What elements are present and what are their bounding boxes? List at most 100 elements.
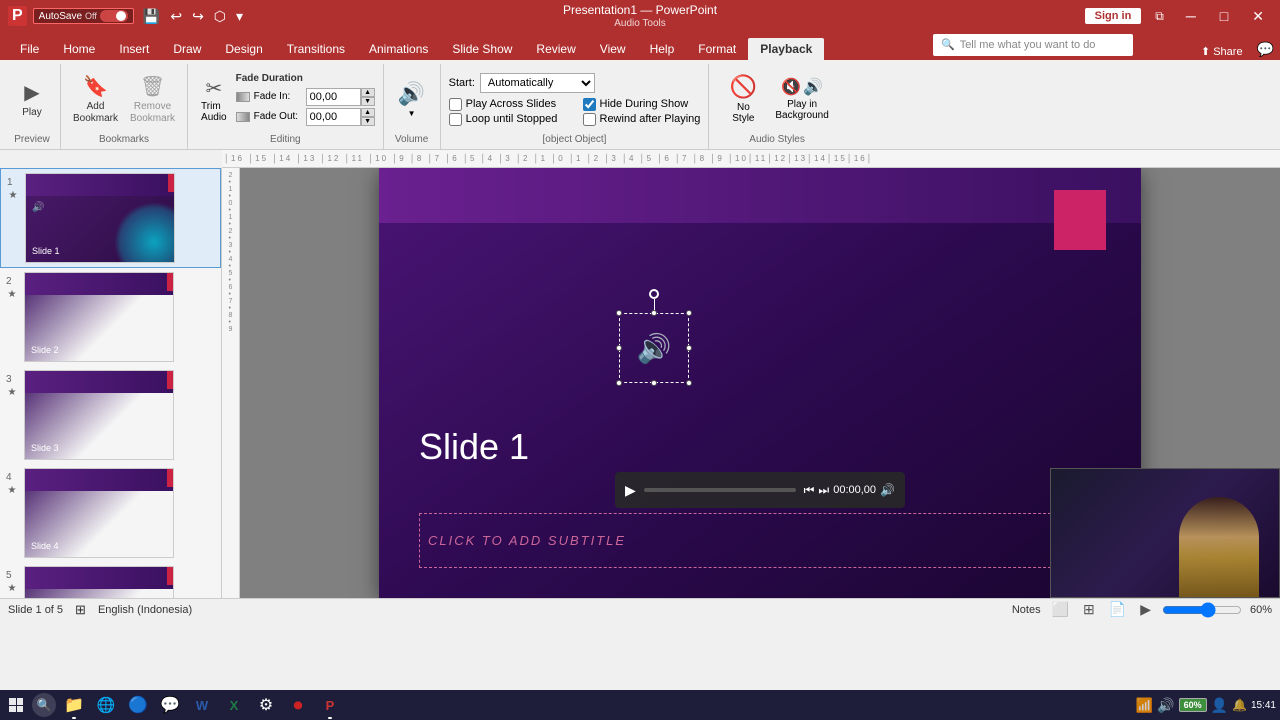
network-icon[interactable]: 📶 [1136,697,1153,714]
normal-view-button[interactable]: ⬜ [1049,600,1072,619]
ribbon-search[interactable]: 🔍 Tell me what you want to do [933,34,1133,56]
hide-during-show-checkbox[interactable] [583,98,596,111]
taskbar-chrome[interactable]: 🔵 [124,691,152,719]
more-icon[interactable]: ▾ [233,6,246,27]
tab-insert[interactable]: Insert [107,38,161,60]
restore-window-icon[interactable]: ⧉ [1149,7,1170,26]
tab-home[interactable]: Home [51,38,107,60]
taskbar-search[interactable]: 🔍 [32,693,56,717]
canvas-area[interactable]: 🔊 ▶ ⏮ ⏭ 00:00,00 🔊 Slide 1 CLICK TO ADD … [240,168,1280,598]
minimize-button[interactable]: ─ [1178,6,1204,26]
start-select[interactable]: Automatically When Clicked In Click Sequ… [480,73,595,93]
fade-in-up[interactable]: ▲ [361,88,375,97]
fade-in-down[interactable]: ▼ [361,97,375,106]
handle-tr[interactable] [686,310,692,316]
hide-during-show-row[interactable]: Hide During Show [583,98,701,111]
slide-title[interactable]: Slide 1 [419,426,529,468]
comments-icon[interactable]: 💬 [1251,39,1280,60]
present-icon[interactable]: ⬡ [211,6,229,27]
handle-br[interactable] [686,380,692,386]
handle-ml[interactable] [616,345,622,351]
taskbar-edge[interactable]: 🌐 [92,691,120,719]
slide-panel[interactable]: 1 ★ 🔊 Slide 1 2 ★ Slide 2 [0,168,222,598]
mc-next-button[interactable]: ⏭ [818,483,829,498]
handle-mr[interactable] [686,345,692,351]
taskbar-word[interactable]: W [188,691,216,719]
share-button[interactable]: ⬆ Share [1193,43,1251,60]
loop-checkbox[interactable] [449,113,462,126]
rotate-handle[interactable] [649,289,659,299]
fade-in-input[interactable]: 00,00 [306,88,361,106]
tab-format[interactable]: Format [686,38,748,60]
taskbar-settings[interactable]: ⚙ [252,691,280,719]
taskbar-powerpoint[interactable]: P [316,691,344,719]
slide-3-thumbnail[interactable]: Slide 3 [24,370,174,460]
tab-playback[interactable]: Playback [748,38,824,60]
slide-item-3[interactable]: 3 ★ Slide 3 [0,366,221,464]
people-icon[interactable]: 👤 [1211,697,1228,714]
handle-bc[interactable] [651,380,657,386]
slideshow-button[interactable]: ▶ [1137,600,1154,619]
slide-item-2[interactable]: 2 ★ Slide 2 [0,268,221,366]
fit-icon[interactable]: ⊞ [75,602,86,618]
slide-item-5[interactable]: 5 ★ Slide 5 [0,562,221,598]
handle-tc[interactable] [651,310,657,316]
slide-item-4[interactable]: 4 ★ Slide 4 [0,464,221,562]
maximize-button[interactable]: □ [1212,6,1236,26]
audio-selection-box[interactable]: 🔊 [619,313,689,383]
slide-sorter-button[interactable]: ⊞ [1080,600,1098,619]
tab-review[interactable]: Review [524,38,587,60]
mc-prev-button[interactable]: ⏮ [804,483,815,498]
sound-icon[interactable]: 🔊 [1157,697,1174,714]
subtitle-text-box[interactable]: CLICK TO ADD SUBTITLE [419,513,1101,568]
add-bookmark-button[interactable]: 🔖 AddBookmark [69,72,122,127]
handle-bl[interactable] [616,380,622,386]
play-background-button[interactable]: 🔇 🔊 Play inBackground [771,73,832,125]
mc-progress-bar[interactable] [644,488,796,492]
taskbar-file-explorer[interactable]: 📁 [60,691,88,719]
taskbar-record[interactable]: ⏺ [284,691,312,719]
slide-1-thumbnail[interactable]: 🔊 Slide 1 [25,173,175,263]
loop-row[interactable]: Loop until Stopped [449,113,567,126]
play-across-checkbox[interactable] [449,98,462,111]
fade-out-down[interactable]: ▼ [361,117,375,126]
tab-animations[interactable]: Animations [357,38,440,60]
undo-icon[interactable]: ↩ [167,6,185,27]
tab-draw[interactable]: Draw [161,38,213,60]
slide-5-thumbnail[interactable]: Slide 5 [24,566,174,598]
tab-help[interactable]: Help [638,38,687,60]
autosave-badge[interactable]: AutoSave Off [33,8,134,24]
taskbar-excel[interactable]: X [220,691,248,719]
tab-slideshow[interactable]: Slide Show [440,38,524,60]
sign-in-button[interactable]: Sign in [1085,8,1142,24]
handle-tl[interactable] [616,310,622,316]
start-button[interactable] [4,693,28,717]
trim-audio-button[interactable]: ✂ TrimAudio [196,74,232,125]
volume-button[interactable]: 🔊 ▼ [392,79,432,120]
tab-transitions[interactable]: Transitions [275,38,357,60]
no-style-button[interactable]: 🚫 NoStyle [721,70,765,128]
reading-view-button[interactable]: 📄 [1106,600,1129,619]
mc-play-button[interactable]: ▶ [625,482,636,499]
audio-icon-container[interactable]: 🔊 [619,313,689,383]
redo-icon[interactable]: ↪ [189,6,207,27]
tab-file[interactable]: File [8,38,51,60]
slide-2-thumbnail[interactable]: Slide 2 [24,272,174,362]
slide-item-1[interactable]: 1 ★ 🔊 Slide 1 [0,168,221,268]
rewind-checkbox[interactable] [583,113,596,126]
zoom-slider[interactable] [1162,603,1242,617]
tab-view[interactable]: View [588,38,638,60]
fade-out-up[interactable]: ▲ [361,108,375,117]
play-button[interactable]: ▶ Play [12,78,52,121]
remove-bookmark-button[interactable]: 🗑 RemoveBookmark [126,72,179,127]
taskbar-whatsapp[interactable]: 💬 [156,691,184,719]
play-across-row[interactable]: Play Across Slides [449,98,567,111]
tab-design[interactable]: Design [213,38,274,60]
notification-icon[interactable]: 🔔 [1232,698,1247,712]
rewind-row[interactable]: Rewind after Playing [583,113,701,126]
close-button[interactable]: ✕ [1244,6,1272,27]
slide-4-thumbnail[interactable]: Slide 4 [24,468,174,558]
mc-volume-button[interactable]: 🔊 [880,483,895,497]
save-icon[interactable]: 💾 [140,6,163,27]
notes-button[interactable]: Notes [1012,604,1041,616]
